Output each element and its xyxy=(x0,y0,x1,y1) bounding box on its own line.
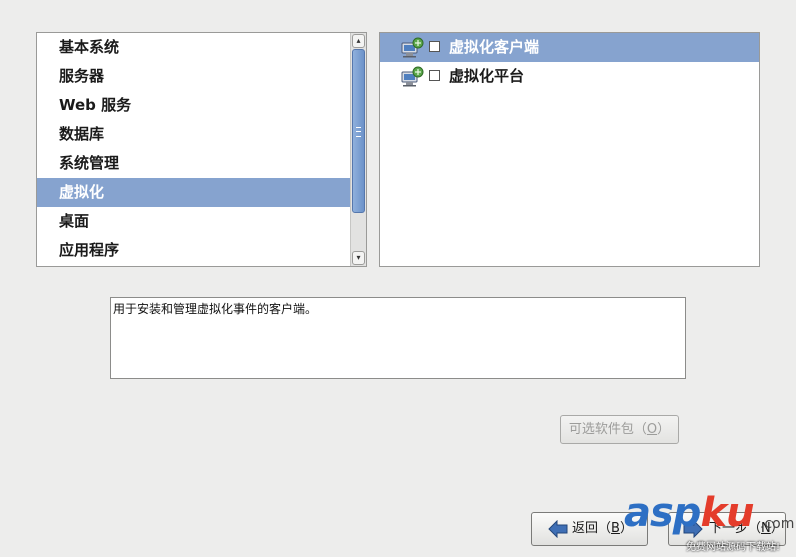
package-item[interactable]: 虚拟化平台 xyxy=(380,62,759,91)
description-box: 用于安装和管理虚拟化事件的客户端。 xyxy=(110,297,686,379)
next-arrow-icon xyxy=(683,520,703,538)
package-group-icon xyxy=(401,37,424,58)
package-checkbox[interactable] xyxy=(429,70,440,81)
scroll-thumb[interactable] xyxy=(352,49,365,213)
back-label-suffix: ） xyxy=(619,521,633,536)
next-label-prefix: 下一步（ xyxy=(709,521,762,536)
scroll-up-icon[interactable]: ▴ xyxy=(352,34,365,48)
optional-label-prefix: 可选软件包（ xyxy=(568,422,647,437)
category-list[interactable]: 基本系统 服务器 Web 服务 数据库 系统管理 虚拟化 桌面 应用程序 ▴ ▾ xyxy=(36,32,367,267)
category-item[interactable]: 基本系统 xyxy=(37,33,350,62)
category-item[interactable]: 数据库 xyxy=(37,120,350,149)
category-item[interactable]: Web 服务 xyxy=(37,91,350,120)
package-group-icon xyxy=(401,66,424,87)
category-item[interactable]: 系统管理 xyxy=(37,149,350,178)
optional-label-suffix: ） xyxy=(657,422,671,437)
back-label-prefix: 返回（ xyxy=(572,521,612,536)
package-label: 虚拟化客户端 xyxy=(449,38,540,56)
scroll-grip-icon xyxy=(356,127,361,137)
next-label-suffix: ） xyxy=(770,521,784,536)
category-item[interactable]: 桌面 xyxy=(37,207,350,236)
description-text: 用于安装和管理虚拟化事件的客户端。 xyxy=(113,302,318,316)
category-item[interactable]: 虚拟化 xyxy=(37,178,350,207)
package-checkbox[interactable] xyxy=(429,41,440,52)
back-mnemonic: B xyxy=(611,521,620,536)
package-label: 虚拟化平台 xyxy=(449,67,525,85)
next-label: 下一步（N） xyxy=(709,513,784,545)
back-button[interactable]: 返回（B） xyxy=(531,512,648,546)
scroll-down-icon[interactable]: ▾ xyxy=(352,251,365,265)
optional-packages-button[interactable]: 可选软件包（O） xyxy=(560,415,679,444)
category-items: 基本系统 服务器 Web 服务 数据库 系统管理 虚拟化 桌面 应用程序 xyxy=(37,33,350,266)
optional-mnemonic: O xyxy=(646,422,658,437)
category-scrollbar[interactable]: ▴ ▾ xyxy=(350,33,366,266)
next-button[interactable]: 下一步（N） xyxy=(668,512,786,546)
next-mnemonic: N xyxy=(761,521,771,536)
category-item[interactable]: 应用程序 xyxy=(37,236,350,265)
category-item[interactable]: 服务器 xyxy=(37,62,350,91)
package-item[interactable]: 虚拟化客户端 xyxy=(380,33,759,62)
back-arrow-icon xyxy=(548,520,568,538)
back-label: 返回（B） xyxy=(572,513,633,545)
package-list[interactable]: 虚拟化客户端 虚拟化平台 xyxy=(379,32,760,267)
